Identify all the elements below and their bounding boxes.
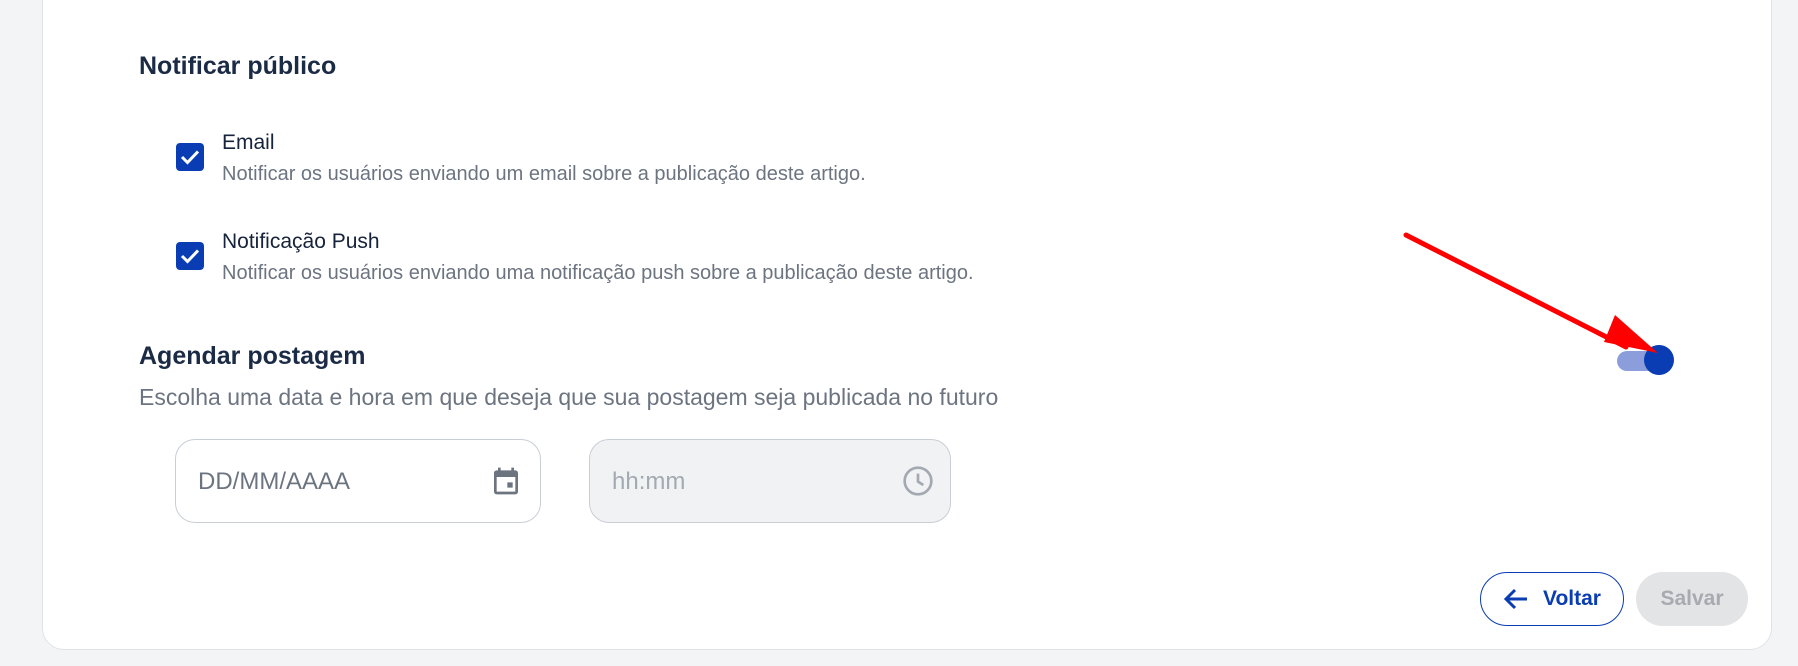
checkmark-icon: [180, 249, 200, 264]
time-input[interactable]: [610, 440, 874, 524]
arrow-left-icon: [1503, 588, 1528, 610]
back-button-label: Voltar: [1543, 587, 1601, 610]
schedule-toggle[interactable]: [1617, 345, 1675, 375]
checkmark-icon: [180, 150, 200, 165]
push-checkbox[interactable]: [176, 242, 204, 270]
email-option-label: Email: [222, 131, 275, 154]
date-input[interactable]: [196, 440, 460, 524]
email-option-description: Notificar os usuários enviando um email …: [222, 163, 866, 185]
schedule-subtitle: Escolha uma data e hora em que deseja qu…: [139, 384, 999, 410]
time-field[interactable]: [589, 439, 951, 524]
save-button[interactable]: Salvar: [1636, 572, 1748, 626]
notification-settings-card: [42, 0, 1772, 650]
date-field[interactable]: [175, 439, 541, 524]
notify-section-title: Notificar público: [139, 52, 337, 80]
push-option-description: Notificar os usuários enviando uma notif…: [222, 262, 974, 284]
clock-icon: [903, 466, 933, 496]
toggle-thumb: [1644, 345, 1674, 375]
push-option-label: Notificação Push: [222, 230, 380, 253]
calendar-icon[interactable]: [490, 465, 522, 497]
email-checkbox[interactable]: [176, 143, 204, 171]
back-button[interactable]: Voltar: [1480, 572, 1624, 626]
schedule-section-title: Agendar postagem: [139, 342, 366, 370]
save-button-label: Salvar: [1660, 587, 1724, 610]
